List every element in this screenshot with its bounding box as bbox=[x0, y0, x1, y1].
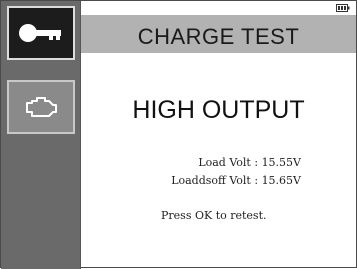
reading-value: 15.55V bbox=[261, 156, 301, 169]
reading-label: Load Volt bbox=[198, 156, 251, 169]
reading-value: 15.65V bbox=[261, 174, 301, 187]
sidebar bbox=[1, 1, 81, 269]
key-icon bbox=[19, 24, 61, 42]
reading-row-loadoff-volt: Loaddsoff Volt : 15.65V bbox=[151, 172, 301, 190]
sidebar-item-engine[interactable] bbox=[7, 80, 75, 134]
reading-label: Loaddsoff Volt bbox=[171, 174, 251, 187]
instruction-text: Press OK to retest. bbox=[161, 209, 267, 222]
status-strip bbox=[81, 1, 356, 15]
engine-icon bbox=[26, 97, 57, 117]
battery-icon bbox=[336, 4, 350, 12]
sidebar-item-key[interactable] bbox=[7, 6, 75, 60]
page-title: CHARGE TEST bbox=[137, 24, 300, 49]
readings-list: Load Volt : 15.55V Loaddsoff Volt : 15.6… bbox=[151, 154, 301, 190]
reading-row-load-volt: Load Volt : 15.55V bbox=[151, 154, 301, 172]
title-bar: CHARGE TEST bbox=[81, 15, 356, 53]
tester-screen: CHARGE TEST HIGH OUTPUT Load Volt : 15.5… bbox=[0, 0, 357, 269]
test-result: HIGH OUTPUT bbox=[132, 96, 305, 124]
